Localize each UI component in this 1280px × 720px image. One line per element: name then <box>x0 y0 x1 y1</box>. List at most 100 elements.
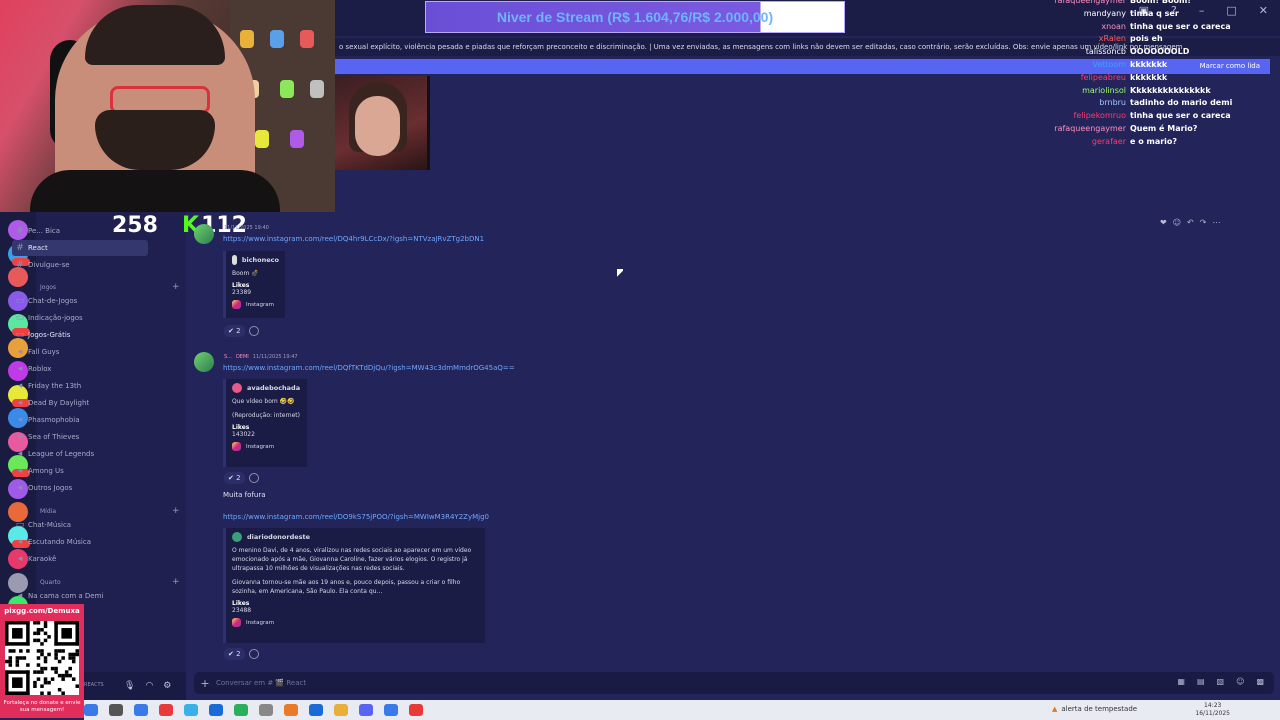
emoji-icon[interactable]: ☺ <box>1173 218 1181 227</box>
avatar[interactable] <box>194 224 214 244</box>
create-channel-icon[interactable]: + <box>172 577 180 587</box>
message-composer[interactable]: + Conversar em # 🎬 React ▦ ▤ ▧ ☺ ▩ <box>194 672 1274 694</box>
channel-label: League of Legends <box>28 450 95 458</box>
taskbar-app-icon[interactable] <box>184 704 198 716</box>
channel-item[interactable]: ◂ Roblox <box>12 361 148 377</box>
instagram-icon <box>232 300 241 309</box>
clock-date: 16/11/2025 <box>1195 710 1230 717</box>
embed-description-line: Que vídeo bom 🤣🤣 <box>232 398 295 405</box>
chat-text: kkkkkkk <box>1130 60 1168 69</box>
channel-item[interactable]: # React <box>12 240 148 256</box>
channel-item[interactable]: ◂ Outros Jogos <box>12 480 148 496</box>
instagram-embed: diariodonordeste O menino Davi, de 4 ano… <box>223 528 485 643</box>
taskbar-app-icon[interactable] <box>259 704 273 716</box>
channel-item[interactable]: # Pe... Bica <box>12 223 148 239</box>
channel-item[interactable]: ◂ League of Legends <box>12 446 148 462</box>
embed-author[interactable]: diariodonordeste <box>232 532 479 542</box>
avatar[interactable] <box>194 352 214 372</box>
channel-item[interactable]: ◂ Sea of Thieves <box>12 429 148 445</box>
settings-gear-icon[interactable]: ⚙ <box>163 681 171 691</box>
chat-username: mandyany <box>1083 8 1126 18</box>
create-channel-icon[interactable]: + <box>172 506 180 516</box>
channel-item[interactable]: ◂ Dead By Daylight <box>12 395 148 411</box>
embed-footer-text: Instagram <box>246 301 274 308</box>
message-link[interactable]: https://www.instagram.com/reel/DQ4hr9LCc… <box>223 235 484 243</box>
headphones-icon[interactable]: ◠ <box>145 681 153 691</box>
taskbar-app-icon[interactable] <box>159 704 173 716</box>
channel-label: Dead By Daylight <box>28 399 90 407</box>
forward-icon[interactable]: ↷ <box>1200 218 1207 227</box>
beard <box>95 110 215 170</box>
clock-time: 14:23 <box>1204 702 1222 709</box>
category-header[interactable]: Mídia <box>40 508 56 515</box>
reaction-icon[interactable]: ❤ <box>1160 218 1167 227</box>
system-clock[interactable]: 14:23 16/11/2025 <box>1195 702 1230 718</box>
chat-message: talissoncb OOOOOOOLD <box>1000 47 1240 56</box>
channel-item[interactable]: ◂ Escutando Música <box>12 534 148 550</box>
message-link[interactable]: https://www.instagram.com/reel/DQfTKTdDj… <box>223 364 515 372</box>
taskbar-app-icon[interactable] <box>109 704 123 716</box>
qr-code-image <box>5 621 79 695</box>
channel-item[interactable]: ◂ Phasmophobia <box>12 412 148 428</box>
gift-icon[interactable]: ▦ <box>1177 677 1185 686</box>
channel-item[interactable]: ▭ Jogos-Grátis <box>12 327 148 343</box>
channel-type-icon: ◂ <box>17 398 23 408</box>
channel-item[interactable]: ▭ Indicação-jogos <box>12 310 148 326</box>
reaction-check[interactable]: ✔ 2 <box>224 472 245 484</box>
add-reaction-icon[interactable] <box>248 326 259 336</box>
channel-item[interactable]: ▭ Chat-de-Jogos <box>12 293 148 309</box>
channel-item[interactable]: ◂ Na cama com a Demi <box>12 588 148 604</box>
channel-type-icon: ◂ <box>17 537 23 547</box>
attach-plus-icon[interactable]: + <box>194 677 216 690</box>
taskbar-app-icon[interactable] <box>334 704 348 716</box>
embed-author[interactable]: bichoneco <box>232 255 279 265</box>
channel-item[interactable]: ◂ Friday the 13th <box>12 378 148 394</box>
taskbar-app-icon[interactable] <box>409 704 423 716</box>
message-link[interactable]: https://www.instagram.com/reel/DO9kS75jP… <box>223 513 489 521</box>
more-icon[interactable]: ⋯ <box>1212 218 1220 227</box>
taskbar-app-icon[interactable] <box>384 704 398 716</box>
message-header: 11/11/2025 19:40 <box>224 225 269 231</box>
taskbar-app-icon[interactable] <box>209 704 223 716</box>
add-reaction-icon[interactable] <box>248 649 259 659</box>
channel-label: Chat-de-Jogos <box>28 297 78 305</box>
weather-widget[interactable]: ▲ alerta de tempestade <box>1052 705 1137 713</box>
apps-icon[interactable]: ▩ <box>1256 677 1264 686</box>
channel-item[interactable]: ◂ Karaokê <box>12 551 148 567</box>
embed-field-name: Likes <box>232 424 250 431</box>
channel-type-icon: ◂ <box>17 466 23 476</box>
taskbar-app-icon[interactable] <box>84 704 98 716</box>
category-header[interactable]: Jogos <box>40 284 56 291</box>
channel-item[interactable]: ▭ Chat-Música <box>12 517 148 533</box>
reaction-check[interactable]: ✔ 2 <box>224 325 245 337</box>
windows-taskbar: ▲ alerta de tempestade 14:23 16/11/2025 <box>84 700 1280 720</box>
embed-footer-text: Instagram <box>246 443 274 450</box>
category-header[interactable]: Quarto <box>40 579 61 586</box>
taskbar-app-icon[interactable] <box>359 704 373 716</box>
reply-icon[interactable]: ↶ <box>1187 218 1194 227</box>
taskbar-app-icon[interactable] <box>134 704 148 716</box>
taskbar-app-icon[interactable] <box>284 704 298 716</box>
channel-item[interactable]: # Divulgue-se <box>12 257 148 273</box>
chat-text: Kkkkkkkkkkkkkkk <box>1130 85 1211 95</box>
channel-item[interactable]: ◂ Among Us <box>12 463 148 479</box>
channel-label: Pe... Bica <box>28 227 61 235</box>
taskbar-app-icon[interactable] <box>309 704 323 716</box>
sticker-icon[interactable]: ▧ <box>1217 677 1225 686</box>
taskbar-app-icon[interactable] <box>234 704 248 716</box>
donation-qr-panel: pixgg.com/Demuxa Fortaleça no donate e e… <box>0 604 84 718</box>
microphone-icon[interactable]: 🎙 <box>124 681 135 691</box>
channel-item[interactable]: ◂ Fall Guys <box>12 344 148 360</box>
reaction-count: 2 <box>236 474 241 482</box>
composer-placeholder[interactable]: Conversar em # 🎬 React <box>216 679 306 687</box>
emoji-picker-icon[interactable]: ☺ <box>1236 677 1244 686</box>
add-reaction-icon[interactable] <box>248 473 259 483</box>
reaction-check[interactable]: ✔ 2 <box>224 648 245 660</box>
embed-author[interactable]: avadebochada <box>232 383 301 393</box>
gif-icon[interactable]: ▤ <box>1197 677 1205 686</box>
create-channel-icon[interactable]: + <box>172 282 180 292</box>
channel-label: Phasmophobia <box>28 416 80 424</box>
channel-label: Roblox <box>28 365 52 373</box>
channel-label: Sea of Thieves <box>28 433 80 441</box>
username[interactable]: S... <box>224 354 232 360</box>
